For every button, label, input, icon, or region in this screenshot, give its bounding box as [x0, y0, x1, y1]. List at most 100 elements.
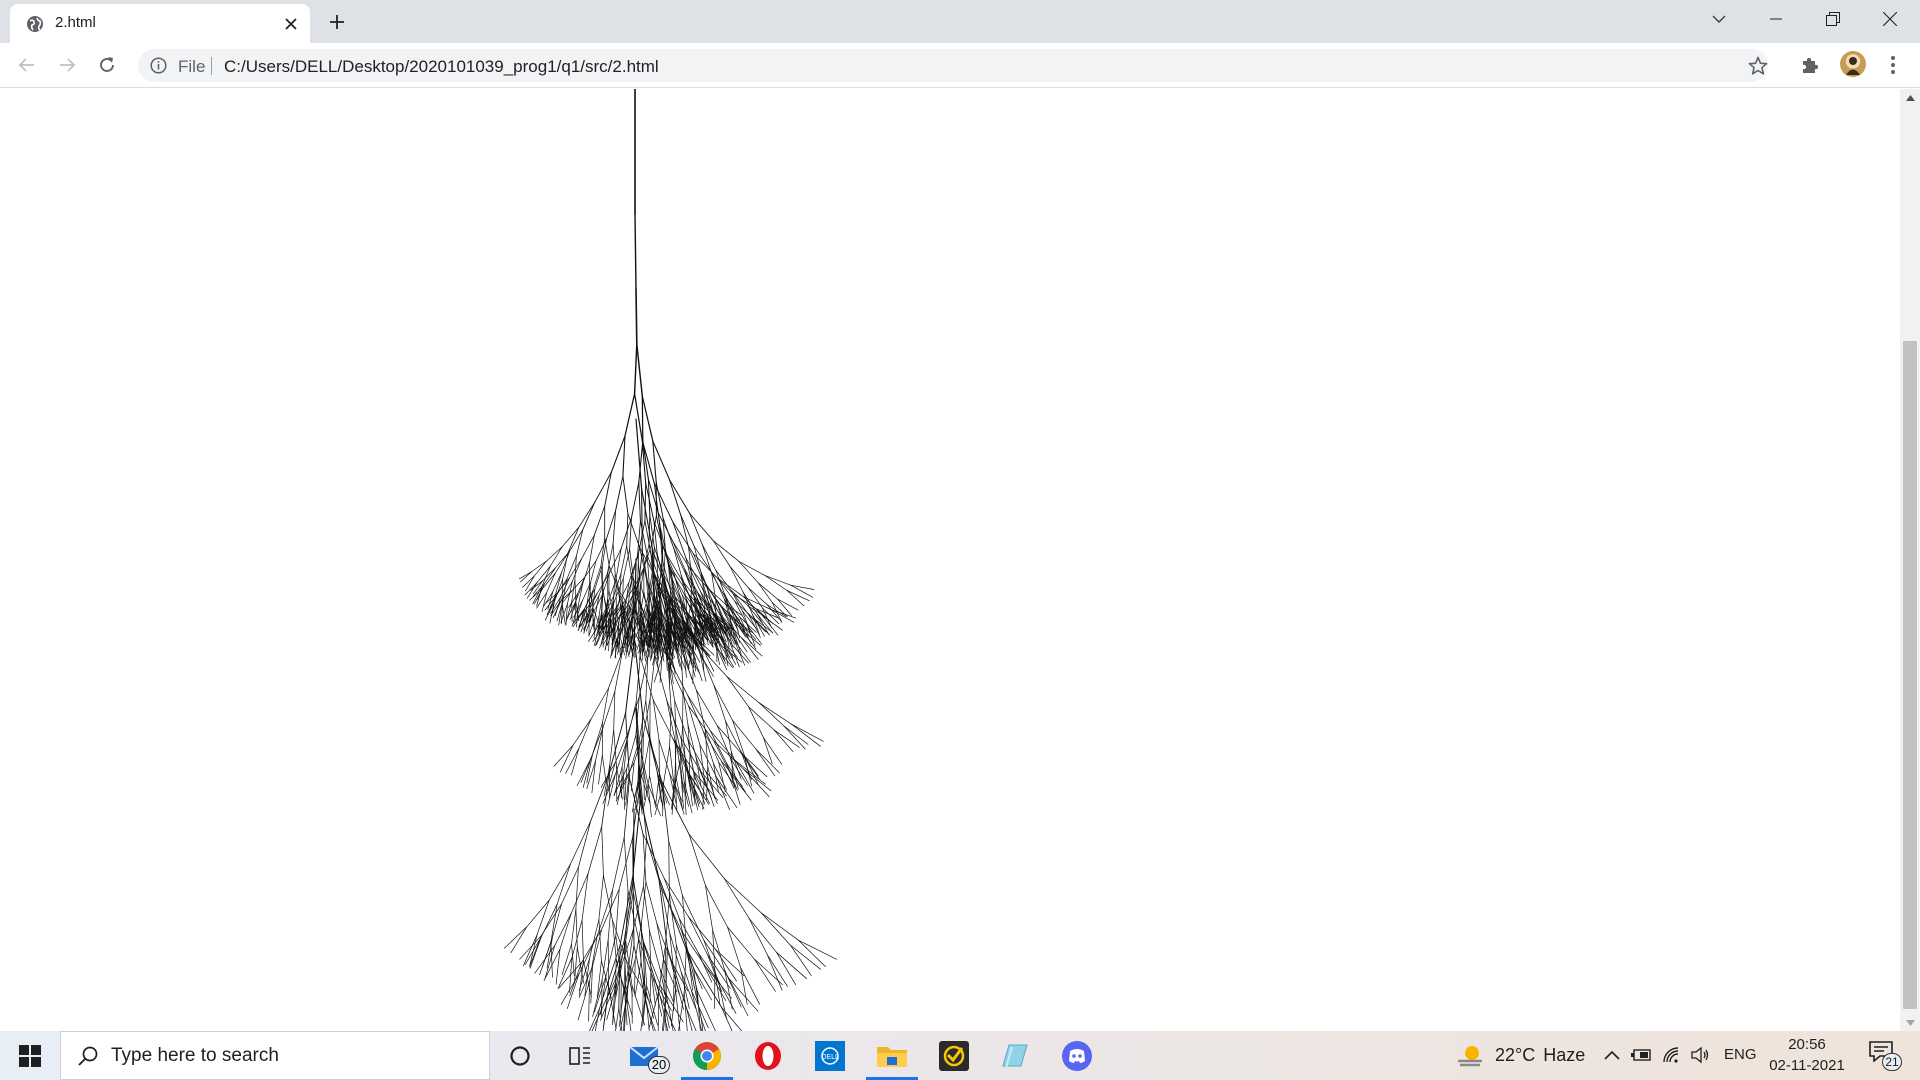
branch-segment: [523, 934, 538, 967]
branch-segment: [565, 747, 580, 774]
branch-segment: [561, 867, 579, 905]
branch-segment: [783, 725, 806, 750]
branch-segment: [732, 720, 756, 750]
weather-widget[interactable]: 22°C Haze: [1455, 1031, 1585, 1080]
branch-segment: [641, 488, 654, 552]
branch-segment: [761, 912, 791, 946]
branch-segment: [727, 926, 755, 960]
branch-segment: [601, 960, 612, 999]
info-icon[interactable]: [150, 57, 167, 74]
branch-segment: [728, 978, 749, 1017]
branch-segment: [777, 598, 792, 616]
branch-segment: [623, 777, 630, 838]
branch-segment: [777, 598, 799, 611]
folder-icon[interactable]: [862, 1031, 922, 1080]
branch-segment: [639, 656, 654, 701]
branch-segment: [567, 526, 580, 554]
forward-arrow-icon[interactable]: [52, 50, 82, 80]
opera-icon[interactable]: [738, 1031, 798, 1080]
chrome-icon[interactable]: [677, 1031, 737, 1080]
task-view-icon[interactable]: [550, 1031, 610, 1080]
branch-segment: [696, 689, 706, 731]
battery-icon[interactable]: [1629, 1043, 1653, 1067]
norton-icon[interactable]: [924, 1031, 984, 1080]
branch-segment: [615, 475, 624, 511]
discord-icon[interactable]: [1047, 1031, 1107, 1080]
restore-icon[interactable]: [1805, 0, 1861, 38]
wifi-icon[interactable]: [1660, 1043, 1684, 1067]
close-window-icon[interactable]: [1862, 0, 1918, 38]
input-language[interactable]: ENG: [1724, 1046, 1757, 1063]
branch-segment: [657, 990, 660, 1031]
reload-icon[interactable]: [92, 50, 122, 80]
tab-strip: 2.html: [0, 0, 1920, 43]
branch-segment: [607, 940, 625, 997]
branch-segment: [656, 922, 671, 961]
close-tab-icon[interactable]: [280, 13, 302, 35]
windows-start-icon[interactable]: [0, 1031, 60, 1080]
search-placeholder: Type here to search: [111, 1045, 279, 1066]
notification-center-icon[interactable]: 21: [1868, 1040, 1902, 1072]
avatar[interactable]: [1840, 51, 1866, 77]
fractal-branches: [504, 89, 837, 1031]
branch-segment: [633, 393, 643, 441]
branch-segment: [703, 731, 714, 764]
branch-segment: [668, 840, 683, 896]
notes-icon[interactable]: [985, 1031, 1045, 1080]
branch-segment: [727, 926, 742, 969]
minimize-icon[interactable]: [1748, 0, 1804, 38]
scroll-down-arrow-icon[interactable]: [1900, 1014, 1920, 1031]
branch-segment: [675, 596, 691, 617]
branch-segment: [654, 655, 668, 701]
volume-icon[interactable]: [1688, 1043, 1712, 1067]
branch-segment: [678, 918, 699, 954]
weather-condition: Haze: [1543, 1045, 1586, 1065]
notification-count-badge: 21: [1882, 1053, 1902, 1071]
branch-segment: [687, 694, 704, 732]
branch-segment: [626, 701, 637, 741]
browser-toolbar: File C:/Users/DELL/Desktop/2020101039_pr…: [0, 43, 1920, 88]
branch-segment: [786, 590, 805, 607]
branch-segment: [561, 579, 563, 604]
branch-segment: [592, 722, 603, 755]
branch-segment: [536, 899, 550, 935]
branch-segment: [791, 723, 824, 742]
branch-segment: [634, 961, 642, 997]
branch-segment: [748, 917, 777, 953]
branch-segment: [786, 590, 810, 602]
branch-segment: [696, 689, 718, 726]
clock[interactable]: 20:56 02-11-2021: [1762, 1035, 1852, 1077]
branch-segment: [632, 808, 635, 880]
branch-segment: [712, 540, 740, 562]
branch-segment: [636, 343, 644, 397]
branch-segment: [584, 560, 597, 578]
branch-segment: [590, 560, 597, 583]
branch-segment: [641, 395, 654, 442]
vertical-scrollbar[interactable]: [1900, 89, 1920, 1031]
new-tab-icon[interactable]: [324, 9, 350, 35]
dell-icon[interactable]: DELL: [800, 1031, 860, 1080]
scroll-up-arrow-icon[interactable]: [1900, 89, 1920, 106]
star-icon[interactable]: [1748, 56, 1768, 76]
branch-segment: [612, 543, 616, 575]
show-hidden-icons-chevron-icon[interactable]: [1600, 1043, 1624, 1067]
address-bar[interactable]: File C:/Users/DELL/Desktop/2020101039_pr…: [138, 49, 1768, 82]
branch-segment: [559, 912, 572, 950]
browser-tab[interactable]: 2.html: [10, 4, 310, 43]
branch-segment: [725, 720, 742, 753]
taskbar-search-box[interactable]: Type here to search: [60, 1031, 490, 1080]
cortana-circle-icon[interactable]: [490, 1031, 550, 1080]
branch-segment: [767, 954, 788, 987]
branch-segment: [634, 959, 636, 994]
fractal-tree-drawing: [504, 89, 837, 1031]
back-arrow-icon[interactable]: [12, 50, 42, 80]
tab-search-icon[interactable]: [1691, 0, 1747, 38]
puzzle-icon[interactable]: [1797, 52, 1823, 78]
branch-segment: [601, 979, 603, 1018]
more-vert-icon[interactable]: [1881, 52, 1905, 78]
branch-segment: [783, 725, 809, 745]
scrollbar-thumb[interactable]: [1903, 341, 1917, 1009]
url-text[interactable]: C:/Users/DELL/Desktop/2020101039_prog1/q…: [224, 57, 659, 77]
branch-segment: [641, 395, 644, 442]
mail-icon[interactable]: 20: [615, 1031, 675, 1080]
